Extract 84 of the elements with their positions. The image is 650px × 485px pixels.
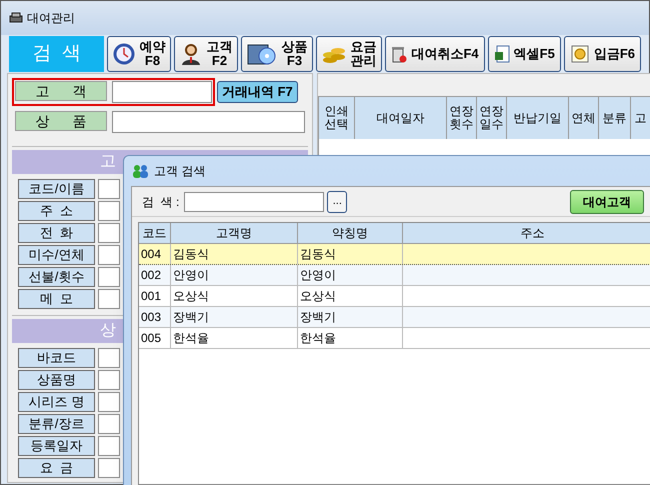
column-header: 코드 (139, 223, 171, 243)
clock-icon (113, 43, 136, 65)
text-field[interactable] (98, 414, 120, 434)
table-row[interactable]: 005 한석율 한석율 (139, 328, 650, 349)
text-field[interactable] (98, 289, 120, 309)
table-cell: 오상식 (171, 286, 298, 306)
browse-button[interactable]: ... (327, 190, 348, 212)
field-label: 메 모 (18, 289, 95, 309)
field-label: 상 품 (15, 111, 107, 131)
text-field[interactable] (98, 348, 120, 368)
column-header: 연장횟수 (448, 105, 474, 131)
field-label: 코드/이름 (18, 179, 95, 199)
people-icon (132, 164, 150, 178)
field-label: 등록일자 (18, 436, 95, 456)
field-label: 미수/연체 (18, 245, 95, 265)
table-cell: 003 (139, 307, 171, 327)
text-field[interactable] (98, 179, 120, 199)
column-header: 반납기일 (514, 112, 562, 124)
table-cell: 안영이 (171, 265, 298, 285)
toolbar-button[interactable]: 요금 관리 (316, 36, 382, 72)
text-field[interactable] (98, 370, 120, 390)
field-label: 선불/횟수 (18, 267, 95, 287)
table-cell: 한석율 (171, 328, 298, 348)
field-label: 상품명 (18, 370, 95, 390)
text-field[interactable] (98, 267, 120, 287)
table-cell: 001 (139, 286, 171, 306)
text-field[interactable] (98, 458, 120, 478)
column-header: 분류 (602, 112, 626, 124)
toolbar-button[interactable]: 대여취소F4 (385, 36, 485, 72)
table-row[interactable]: 001 오상식 오상식 (139, 286, 650, 307)
note-icon (570, 44, 590, 64)
column-header: 고 (634, 112, 646, 124)
table-cell: 김동식 (298, 244, 403, 264)
text-field[interactable] (112, 81, 212, 103)
window-title: 대여관리 (27, 10, 75, 27)
table-cell: 김동식 (171, 244, 298, 264)
table-cell: 한석율 (298, 328, 403, 348)
table-row[interactable]: 003 장백기 장백기 (139, 307, 650, 328)
column-header: 고객명 (171, 223, 298, 243)
table-cell: 004 (139, 244, 171, 264)
text-field[interactable] (98, 392, 120, 412)
column-header: 연체 (572, 112, 596, 124)
field-label: 요 금 (18, 458, 95, 478)
column-header: 대여일자 (376, 112, 424, 124)
toolbar-button[interactable]: 입금F6 (564, 36, 641, 72)
toolbar-button[interactable]: 엑셀F5 (488, 36, 561, 72)
table-row[interactable]: 002 안영이 안영이 (139, 265, 650, 286)
column-header: 주소 (403, 223, 650, 243)
text-field[interactable] (98, 245, 120, 265)
trash-icon (391, 45, 408, 63)
field-label: 고 객 (15, 81, 107, 101)
toolbar-button[interactable]: 예약 F8 (107, 36, 172, 72)
field-label: 시리즈 명 (18, 392, 95, 412)
text-field[interactable] (98, 201, 120, 221)
table-cell: 장백기 (298, 307, 403, 327)
column-header: 인쇄선택 (324, 105, 350, 131)
text-field[interactable] (112, 111, 305, 133)
field-label: 주 소 (18, 201, 95, 221)
history-button[interactable]: 거래내역 F7 (217, 81, 298, 103)
dialog-title: 고객 검색 (154, 163, 206, 180)
person-icon (180, 43, 202, 65)
text-field[interactable] (98, 223, 120, 243)
field-label: 바코드 (18, 348, 95, 368)
section-title: 상 (100, 322, 116, 339)
rental-customers-button[interactable]: 대여고객 (570, 190, 644, 214)
search-field[interactable] (184, 192, 324, 212)
table-cell: 002 (139, 265, 171, 285)
field-label: 분류/장르 (18, 414, 95, 434)
table-cell: 장백기 (171, 307, 298, 327)
text-field[interactable] (98, 436, 120, 456)
section-title: 고 (100, 153, 116, 170)
column-header: 약칭명 (298, 223, 403, 243)
app-icon (9, 12, 23, 24)
spreadsheet-icon (494, 45, 510, 63)
field-label: 전 화 (18, 223, 95, 243)
toolbar-button[interactable]: 고객 F2 (174, 36, 238, 72)
disc-icon (247, 42, 278, 66)
table-row[interactable]: 004 김동식 김동식 (139, 244, 650, 265)
table-cell: 안영이 (298, 265, 403, 285)
table-cell: 005 (139, 328, 171, 348)
toolbar-button[interactable]: 상품 F3 (241, 36, 314, 72)
column-header: 연장일수 (478, 105, 504, 131)
search-label: 검 색 : (142, 194, 180, 210)
table-cell: 오상식 (298, 286, 403, 306)
